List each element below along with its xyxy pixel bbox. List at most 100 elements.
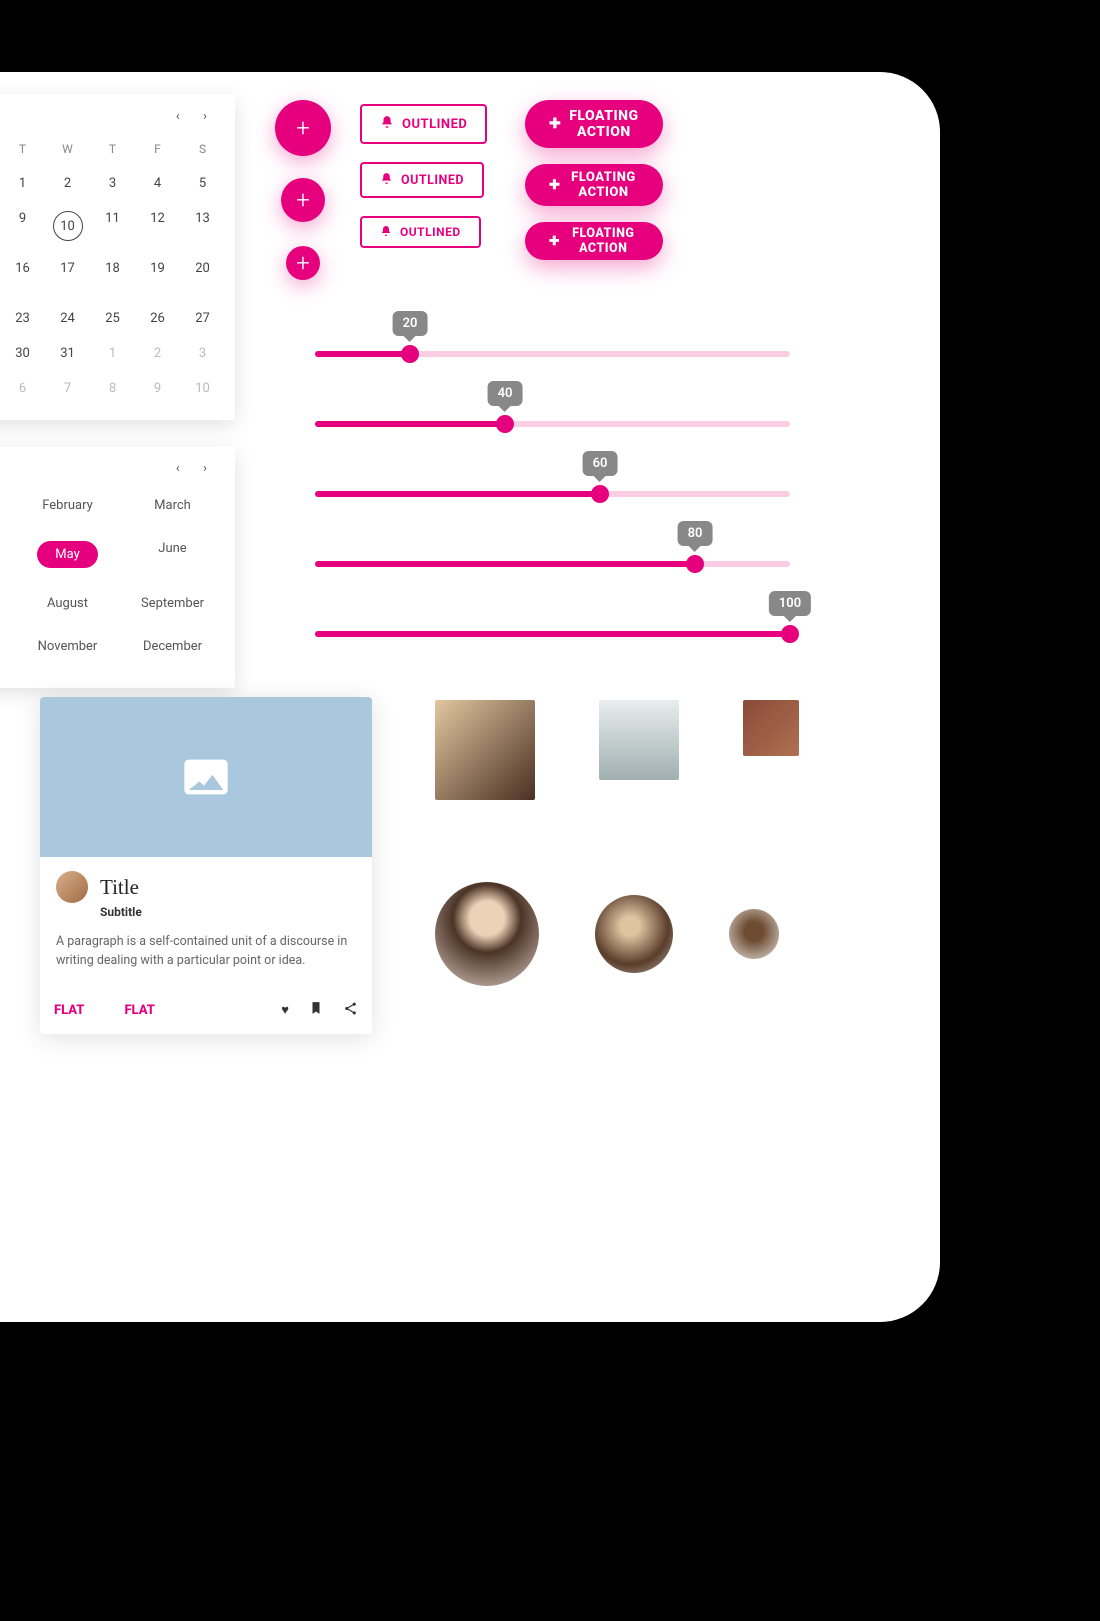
round-avatars	[435, 882, 779, 986]
slider-tooltip: 40	[488, 381, 523, 406]
month-option[interactable]: July	[0, 582, 15, 625]
calendar-dow: T	[0, 132, 45, 166]
plus-icon: +	[296, 114, 310, 142]
content-card: Title Subtitle A paragraph is a self-con…	[40, 697, 372, 1034]
month-option[interactable]: April	[0, 527, 15, 582]
month-option[interactable]: February	[15, 484, 120, 527]
fab-medium[interactable]: +	[281, 178, 325, 222]
floating-label: FLOATING ACTION	[568, 226, 639, 256]
month-option[interactable]: March	[120, 484, 225, 527]
card-subtitle: Subtitle	[100, 905, 356, 919]
month-option[interactable]: June	[120, 527, 225, 582]
calendar-day[interactable]: 9	[135, 371, 180, 406]
calendar-day[interactable]: 16	[0, 251, 45, 301]
slider-tooltip: 60	[583, 451, 618, 476]
calendar-day[interactable]: 1	[0, 166, 45, 201]
calendar-day[interactable]: 31	[45, 336, 90, 371]
calendar-day[interactable]: 8	[90, 371, 135, 406]
calendar-day[interactable]: 27	[180, 301, 225, 336]
plus-icon: ✚	[549, 178, 560, 193]
calendar-day[interactable]: 23	[0, 301, 45, 336]
calendar-day[interactable]: 11	[90, 201, 135, 251]
outlined-button-large[interactable]: OUTLINED	[360, 104, 487, 144]
slider[interactable]: 40	[315, 377, 790, 447]
month-option[interactable]: October	[0, 625, 15, 668]
slider-thumb[interactable]	[686, 555, 704, 573]
calendar-day[interactable]: 24	[45, 301, 90, 336]
calendar-dow: T	[90, 132, 135, 166]
card-flat-button-2[interactable]: FLAT	[124, 1003, 154, 1018]
floating-action-button-medium[interactable]: ✚ FLOATING ACTION	[525, 164, 663, 206]
slider-fill	[315, 561, 695, 567]
month-prev-button[interactable]: ‹	[166, 461, 190, 476]
calendar-day[interactable]: 9	[0, 201, 45, 251]
slider[interactable]: 80	[315, 517, 790, 587]
heart-icon[interactable]: ♥	[281, 1002, 289, 1018]
calendar-day[interactable]: 10	[45, 201, 90, 251]
calendar-day[interactable]: 30	[0, 336, 45, 371]
slider-thumb[interactable]	[401, 345, 419, 363]
fab-small[interactable]: +	[286, 246, 320, 280]
calendar-day[interactable]: 26	[135, 301, 180, 336]
calendar-day[interactable]: 19	[135, 251, 180, 301]
calendar-day[interactable]: 12	[135, 201, 180, 251]
month-picker: 2021 ‹ › JanuaryFebruaryMarchAprilMayJun…	[0, 446, 235, 688]
square-avatar-medium	[599, 700, 679, 780]
slider-fill	[315, 351, 410, 357]
fab-large[interactable]: +	[275, 100, 331, 156]
floating-action-button-large[interactable]: ✚ FLOATING ACTION	[525, 100, 663, 148]
outlined-label: OUTLINED	[402, 117, 467, 132]
calendar-day[interactable]: 5	[180, 166, 225, 201]
plus-icon: +	[296, 249, 310, 277]
calendar-day[interactable]: 4	[135, 166, 180, 201]
calendar-day[interactable]: 6	[0, 371, 45, 406]
card-avatar	[56, 871, 88, 903]
calendar-day[interactable]: 18	[90, 251, 135, 301]
slider[interactable]: 100	[315, 587, 790, 657]
bell-icon	[380, 225, 392, 240]
card-image-placeholder	[40, 697, 372, 857]
month-option[interactable]: August	[15, 582, 120, 625]
calendar-day[interactable]: 1	[90, 336, 135, 371]
outlined-button-medium[interactable]: OUTLINED	[360, 162, 484, 198]
calendar-day[interactable]: 17	[45, 251, 90, 301]
month-grid: JanuaryFebruaryMarch AprilMayJune JulyAugu…	[0, 484, 225, 668]
month-next-button[interactable]: ›	[193, 461, 217, 476]
slider-thumb[interactable]	[496, 415, 514, 433]
calendar-day[interactable]: 25	[90, 301, 135, 336]
card-flat-button-1[interactable]: FLAT	[54, 1003, 84, 1018]
month-option[interactable]: November	[15, 625, 120, 668]
calendar-day[interactable]: 10	[180, 371, 225, 406]
floating-label: FLOATING ACTION	[569, 108, 638, 140]
calendar-next-button[interactable]: ›	[193, 109, 217, 124]
share-icon[interactable]	[343, 1001, 358, 1020]
calendar-prev-button[interactable]: ‹	[166, 109, 190, 124]
calendar-day[interactable]: 20	[180, 251, 225, 301]
floating-action-button-small[interactable]: ✚ FLOATING ACTION	[525, 222, 663, 260]
calendar-day[interactable]: 2	[45, 166, 90, 201]
slider-fill	[315, 421, 505, 427]
month-option[interactable]: September	[120, 582, 225, 625]
slider-thumb[interactable]	[781, 625, 799, 643]
bookmark-icon[interactable]	[309, 1001, 323, 1019]
round-avatar-small	[729, 909, 779, 959]
slider-tooltip: 80	[678, 521, 713, 546]
month-option[interactable]: January	[0, 484, 15, 527]
slider-fill	[315, 491, 600, 497]
slider[interactable]: 20	[315, 307, 790, 377]
calendar-day[interactable]: 2	[135, 336, 180, 371]
bell-icon	[380, 115, 394, 133]
slider[interactable]: 60	[315, 447, 790, 517]
calendar-day[interactable]: 7	[45, 371, 90, 406]
month-option[interactable]: December	[120, 625, 225, 668]
outlined-button-small[interactable]: OUTLINED	[360, 216, 481, 248]
card-paragraph: A paragraph is a self-contained unit of …	[56, 933, 356, 971]
calendar-day[interactable]: 13	[180, 201, 225, 251]
calendar-day[interactable]: 3	[90, 166, 135, 201]
calendar-day[interactable]: 3	[180, 336, 225, 371]
calendar-dow: W	[45, 132, 90, 166]
slider-thumb[interactable]	[591, 485, 609, 503]
month-option[interactable]: May	[15, 527, 120, 582]
calendar-dow: F	[135, 132, 180, 166]
plus-icon: ✚	[549, 116, 561, 132]
